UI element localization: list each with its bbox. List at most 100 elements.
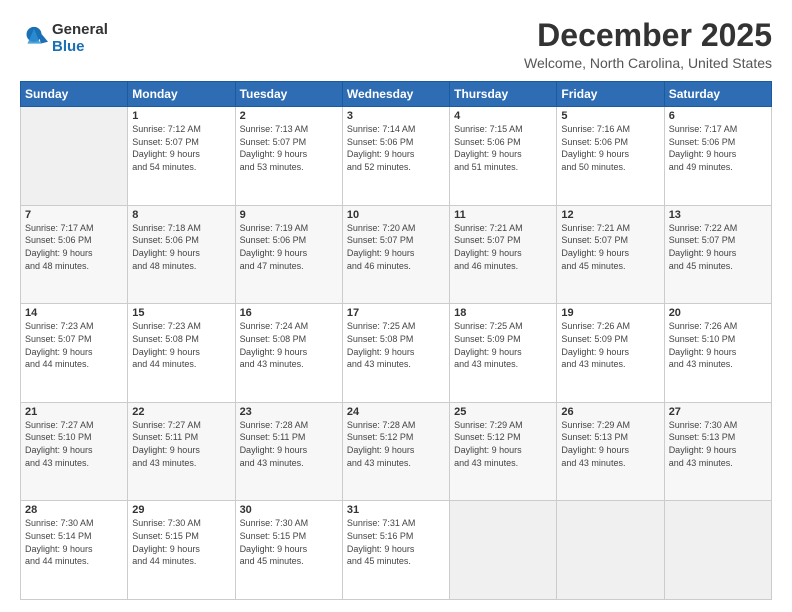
day-info: Sunrise: 7:28 AM Sunset: 5:11 PM Dayligh… [240,419,338,469]
day-number: 4 [454,110,552,122]
month-title: December 2025 [524,18,772,53]
day-number: 26 [561,406,659,418]
day-number: 30 [240,504,338,516]
calendar-cell: 27Sunrise: 7:30 AM Sunset: 5:13 PM Dayli… [664,402,771,501]
logo-blue: Blue [52,39,108,56]
calendar-cell [450,501,557,600]
calendar-cell: 18Sunrise: 7:25 AM Sunset: 5:09 PM Dayli… [450,304,557,403]
day-info: Sunrise: 7:14 AM Sunset: 5:06 PM Dayligh… [347,123,445,173]
day-info: Sunrise: 7:12 AM Sunset: 5:07 PM Dayligh… [132,123,230,173]
day-number: 16 [240,307,338,319]
calendar-cell: 17Sunrise: 7:25 AM Sunset: 5:08 PM Dayli… [342,304,449,403]
logo-general: General [52,22,108,39]
calendar-week-row: 14Sunrise: 7:23 AM Sunset: 5:07 PM Dayli… [21,304,772,403]
logo: General Blue [20,22,108,55]
day-info: Sunrise: 7:15 AM Sunset: 5:06 PM Dayligh… [454,123,552,173]
day-number: 27 [669,406,767,418]
calendar-cell: 21Sunrise: 7:27 AM Sunset: 5:10 PM Dayli… [21,402,128,501]
day-number: 2 [240,110,338,122]
day-info: Sunrise: 7:18 AM Sunset: 5:06 PM Dayligh… [132,222,230,272]
calendar-cell: 10Sunrise: 7:20 AM Sunset: 5:07 PM Dayli… [342,205,449,304]
day-info: Sunrise: 7:20 AM Sunset: 5:07 PM Dayligh… [347,222,445,272]
location: Welcome, North Carolina, United States [524,55,772,71]
day-info: Sunrise: 7:29 AM Sunset: 5:13 PM Dayligh… [561,419,659,469]
calendar-cell [664,501,771,600]
day-number: 18 [454,307,552,319]
day-info: Sunrise: 7:22 AM Sunset: 5:07 PM Dayligh… [669,222,767,272]
day-number: 8 [132,209,230,221]
day-info: Sunrise: 7:23 AM Sunset: 5:07 PM Dayligh… [25,320,123,370]
calendar-cell: 2Sunrise: 7:13 AM Sunset: 5:07 PM Daylig… [235,107,342,206]
day-info: Sunrise: 7:30 AM Sunset: 5:15 PM Dayligh… [240,517,338,567]
day-info: Sunrise: 7:16 AM Sunset: 5:06 PM Dayligh… [561,123,659,173]
calendar-cell: 20Sunrise: 7:26 AM Sunset: 5:10 PM Dayli… [664,304,771,403]
calendar-cell: 11Sunrise: 7:21 AM Sunset: 5:07 PM Dayli… [450,205,557,304]
day-info: Sunrise: 7:21 AM Sunset: 5:07 PM Dayligh… [454,222,552,272]
calendar-cell: 16Sunrise: 7:24 AM Sunset: 5:08 PM Dayli… [235,304,342,403]
calendar-cell: 9Sunrise: 7:19 AM Sunset: 5:06 PM Daylig… [235,205,342,304]
calendar-cell: 5Sunrise: 7:16 AM Sunset: 5:06 PM Daylig… [557,107,664,206]
day-info: Sunrise: 7:26 AM Sunset: 5:09 PM Dayligh… [561,320,659,370]
calendar-cell: 31Sunrise: 7:31 AM Sunset: 5:16 PM Dayli… [342,501,449,600]
day-info: Sunrise: 7:21 AM Sunset: 5:07 PM Dayligh… [561,222,659,272]
day-of-week-header: Thursday [450,82,557,107]
day-info: Sunrise: 7:13 AM Sunset: 5:07 PM Dayligh… [240,123,338,173]
day-number: 5 [561,110,659,122]
day-info: Sunrise: 7:25 AM Sunset: 5:09 PM Dayligh… [454,320,552,370]
logo-icon [20,25,48,53]
day-of-week-header: Wednesday [342,82,449,107]
day-of-week-header: Tuesday [235,82,342,107]
day-number: 24 [347,406,445,418]
day-number: 12 [561,209,659,221]
day-info: Sunrise: 7:17 AM Sunset: 5:06 PM Dayligh… [669,123,767,173]
day-number: 29 [132,504,230,516]
day-number: 17 [347,307,445,319]
calendar-cell: 1Sunrise: 7:12 AM Sunset: 5:07 PM Daylig… [128,107,235,206]
calendar-cell: 23Sunrise: 7:28 AM Sunset: 5:11 PM Dayli… [235,402,342,501]
day-number: 22 [132,406,230,418]
day-of-week-header: Saturday [664,82,771,107]
day-number: 25 [454,406,552,418]
calendar-week-row: 21Sunrise: 7:27 AM Sunset: 5:10 PM Dayli… [21,402,772,501]
day-number: 3 [347,110,445,122]
day-info: Sunrise: 7:30 AM Sunset: 5:15 PM Dayligh… [132,517,230,567]
day-info: Sunrise: 7:30 AM Sunset: 5:14 PM Dayligh… [25,517,123,567]
day-number: 31 [347,504,445,516]
header: General Blue December 2025 Welcome, Nort… [20,18,772,71]
calendar-week-row: 28Sunrise: 7:30 AM Sunset: 5:14 PM Dayli… [21,501,772,600]
calendar-cell: 22Sunrise: 7:27 AM Sunset: 5:11 PM Dayli… [128,402,235,501]
day-of-week-header: Monday [128,82,235,107]
day-number: 1 [132,110,230,122]
day-number: 28 [25,504,123,516]
day-info: Sunrise: 7:28 AM Sunset: 5:12 PM Dayligh… [347,419,445,469]
day-number: 19 [561,307,659,319]
day-number: 23 [240,406,338,418]
calendar-cell: 28Sunrise: 7:30 AM Sunset: 5:14 PM Dayli… [21,501,128,600]
day-info: Sunrise: 7:24 AM Sunset: 5:08 PM Dayligh… [240,320,338,370]
calendar-cell: 8Sunrise: 7:18 AM Sunset: 5:06 PM Daylig… [128,205,235,304]
day-info: Sunrise: 7:26 AM Sunset: 5:10 PM Dayligh… [669,320,767,370]
day-info: Sunrise: 7:29 AM Sunset: 5:12 PM Dayligh… [454,419,552,469]
title-block: December 2025 Welcome, North Carolina, U… [524,18,772,71]
day-info: Sunrise: 7:19 AM Sunset: 5:06 PM Dayligh… [240,222,338,272]
day-number: 15 [132,307,230,319]
calendar-cell: 13Sunrise: 7:22 AM Sunset: 5:07 PM Dayli… [664,205,771,304]
calendar-week-row: 7Sunrise: 7:17 AM Sunset: 5:06 PM Daylig… [21,205,772,304]
calendar-cell: 4Sunrise: 7:15 AM Sunset: 5:06 PM Daylig… [450,107,557,206]
day-info: Sunrise: 7:27 AM Sunset: 5:11 PM Dayligh… [132,419,230,469]
day-number: 9 [240,209,338,221]
calendar-header-row: SundayMondayTuesdayWednesdayThursdayFrid… [21,82,772,107]
calendar-cell: 6Sunrise: 7:17 AM Sunset: 5:06 PM Daylig… [664,107,771,206]
calendar-cell: 3Sunrise: 7:14 AM Sunset: 5:06 PM Daylig… [342,107,449,206]
day-number: 14 [25,307,123,319]
calendar-cell: 24Sunrise: 7:28 AM Sunset: 5:12 PM Dayli… [342,402,449,501]
day-info: Sunrise: 7:30 AM Sunset: 5:13 PM Dayligh… [669,419,767,469]
logo-text: General Blue [52,22,108,55]
calendar-cell: 25Sunrise: 7:29 AM Sunset: 5:12 PM Dayli… [450,402,557,501]
day-of-week-header: Sunday [21,82,128,107]
calendar-week-row: 1Sunrise: 7:12 AM Sunset: 5:07 PM Daylig… [21,107,772,206]
calendar-cell: 12Sunrise: 7:21 AM Sunset: 5:07 PM Dayli… [557,205,664,304]
calendar-cell: 7Sunrise: 7:17 AM Sunset: 5:06 PM Daylig… [21,205,128,304]
calendar-cell: 30Sunrise: 7:30 AM Sunset: 5:15 PM Dayli… [235,501,342,600]
day-number: 20 [669,307,767,319]
